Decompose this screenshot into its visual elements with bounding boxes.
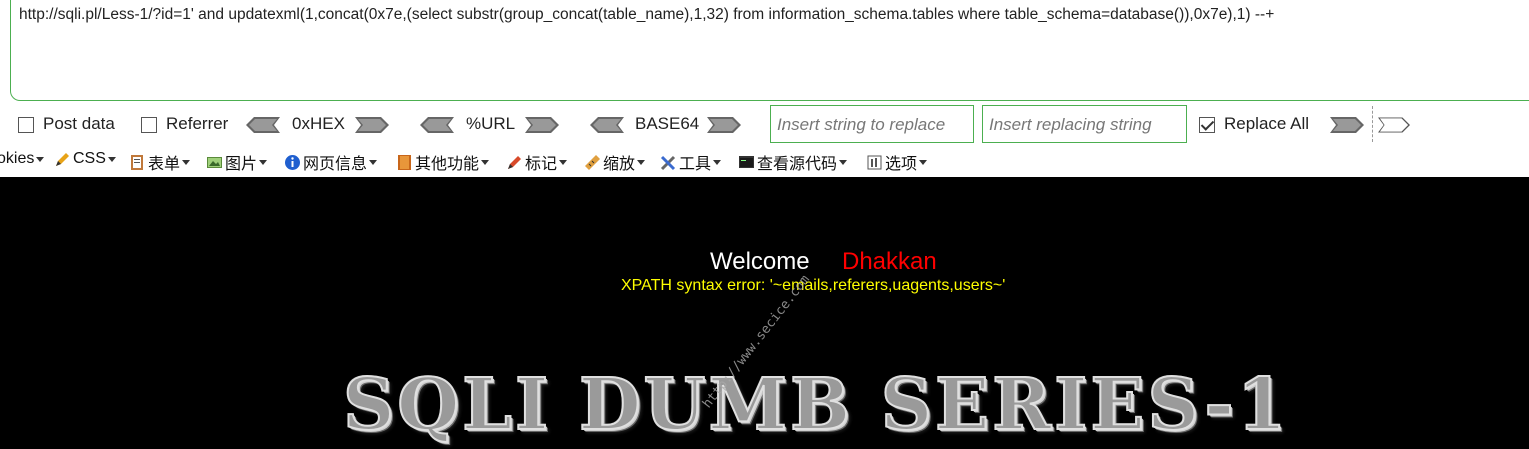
menu-misc-label: 其他功能 bbox=[415, 156, 480, 173]
pencil-icon bbox=[56, 152, 69, 166]
base64-decode-arrow-icon[interactable] bbox=[590, 117, 624, 133]
menu-options[interactable]: 选项 bbox=[866, 150, 928, 174]
image-icon bbox=[207, 156, 222, 168]
menu-forms-label: 表单 bbox=[148, 156, 181, 173]
chevron-down-icon bbox=[369, 159, 378, 165]
menu-options-label: 选项 bbox=[885, 156, 918, 173]
chevron-down-icon bbox=[919, 159, 928, 165]
welcome-text: Welcome bbox=[710, 248, 810, 275]
post-data-label[interactable]: Post data bbox=[43, 114, 115, 134]
menu-resize[interactable]: 缩放 bbox=[584, 150, 646, 174]
menu-cookies[interactable]: okies bbox=[0, 150, 45, 168]
menu-tools[interactable]: 工具 bbox=[660, 150, 722, 174]
chevron-down-icon bbox=[259, 159, 268, 165]
user-name: Dhakkan bbox=[842, 248, 937, 275]
menu-forms[interactable]: 表单 bbox=[129, 150, 191, 174]
post-data-checkbox[interactable] bbox=[18, 117, 34, 133]
chevron-down-icon bbox=[107, 156, 116, 162]
referrer-checkbox[interactable] bbox=[141, 117, 157, 133]
url-value[interactable]: http://sqli.pl/Less-1/?id=1' and updatex… bbox=[19, 6, 1274, 24]
url-decode-arrow-icon[interactable] bbox=[420, 117, 454, 133]
series-banner: SQLI DUMB SERIES-1 bbox=[342, 361, 1290, 447]
base64-encode-arrow-icon[interactable] bbox=[707, 117, 741, 133]
form-icon bbox=[131, 154, 143, 170]
menu-page-info[interactable]: 网页信息 bbox=[284, 150, 378, 174]
menu-images-label: 图片 bbox=[225, 156, 258, 173]
xpath-error-message: XPATH syntax error: '~emails,referers,ua… bbox=[621, 277, 1006, 294]
web-developer-menubar: okies CSS 表单 图片 网页信息 其他功能 标记 缩放 工具 查看源代码… bbox=[0, 147, 1529, 175]
ruler-icon bbox=[585, 154, 600, 170]
hackbar-toolbar: Post data Referrer 0xHEX %URL BASE64 Ins… bbox=[0, 104, 1529, 146]
chevron-down-icon bbox=[559, 159, 568, 165]
menu-outline-label: 标记 bbox=[525, 156, 558, 173]
marker-icon bbox=[508, 155, 521, 169]
menu-css-label: CSS bbox=[73, 150, 106, 167]
page-content: Welcome Dhakkan XPATH syntax error: '~em… bbox=[0, 177, 1529, 449]
replace-all-label[interactable]: Replace All bbox=[1224, 114, 1309, 134]
hex-decode-arrow-icon[interactable] bbox=[246, 117, 280, 133]
menu-page-info-label: 网页信息 bbox=[303, 156, 368, 173]
chevron-down-icon bbox=[713, 159, 722, 165]
chevron-down-icon bbox=[637, 159, 646, 165]
options-icon bbox=[867, 155, 882, 169]
menu-cookies-label: okies bbox=[0, 150, 35, 167]
menu-view-source[interactable]: 查看源代码 bbox=[738, 150, 848, 174]
url-encode-arrow-icon[interactable] bbox=[525, 117, 559, 133]
referrer-label[interactable]: Referrer bbox=[166, 114, 228, 134]
base64-label: BASE64 bbox=[635, 114, 700, 133]
menu-tools-label: 工具 bbox=[679, 156, 712, 173]
replace-all-checkbox[interactable] bbox=[1199, 117, 1215, 133]
next-arrow-icon[interactable] bbox=[1378, 117, 1410, 133]
url-textarea[interactable]: http://sqli.pl/Less-1/?id=1' and updatex… bbox=[10, 0, 1529, 101]
replace-find-placeholder: Insert string to replace bbox=[777, 115, 946, 134]
hex-encode-arrow-icon[interactable] bbox=[355, 117, 389, 133]
menu-images[interactable]: 图片 bbox=[206, 150, 268, 174]
chevron-down-icon bbox=[182, 159, 191, 165]
chevron-down-icon bbox=[36, 156, 45, 162]
replace-with-input[interactable]: Insert replacing string bbox=[982, 105, 1187, 143]
toolbar-separator bbox=[1372, 106, 1373, 142]
tools-icon bbox=[660, 155, 676, 170]
info-icon bbox=[285, 154, 300, 170]
book-icon bbox=[398, 154, 411, 170]
hex-label: 0xHEX bbox=[292, 114, 345, 133]
terminal-icon bbox=[739, 155, 754, 168]
replace-find-input[interactable]: Insert string to replace bbox=[770, 105, 974, 143]
menu-view-source-label: 查看源代码 bbox=[757, 156, 838, 173]
chevron-down-icon bbox=[481, 159, 490, 165]
replace-with-placeholder: Insert replacing string bbox=[989, 115, 1152, 134]
chevron-down-icon bbox=[839, 159, 848, 165]
menu-css[interactable]: CSS bbox=[54, 150, 116, 168]
menu-misc[interactable]: 其他功能 bbox=[396, 150, 490, 174]
menu-outline[interactable]: 标记 bbox=[506, 150, 568, 174]
url-encode-label: %URL bbox=[466, 114, 516, 133]
menu-resize-label: 缩放 bbox=[603, 156, 636, 173]
replace-run-arrow-icon[interactable] bbox=[1330, 117, 1364, 133]
